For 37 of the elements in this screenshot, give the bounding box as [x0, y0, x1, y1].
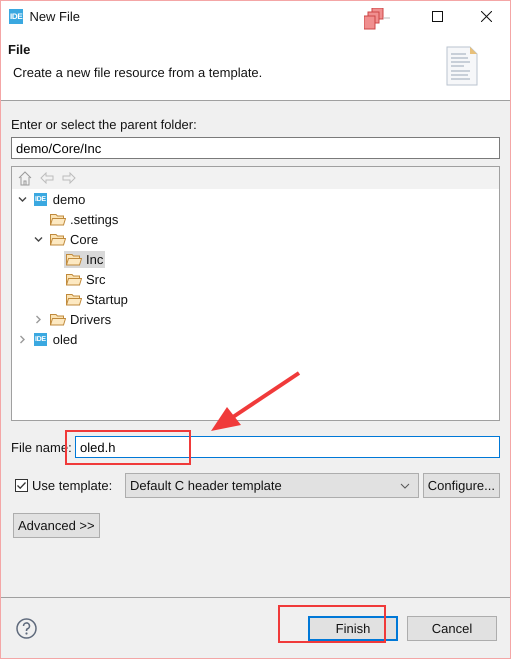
tree-item[interactable]: Core — [48, 230, 100, 248]
file-name-field[interactable]: oled.h — [75, 436, 500, 458]
home-icon[interactable] — [18, 170, 32, 186]
folder-icon — [50, 232, 66, 246]
expand-chevron-icon[interactable] — [18, 334, 27, 344]
dropdown-chevron-icon — [400, 482, 410, 488]
app-badge: IDE — [9, 9, 24, 24]
tree-item[interactable]: Inc — [64, 250, 106, 268]
parent-folder-field[interactable]: demo/Core/Inc — [11, 137, 500, 159]
folder-icon — [66, 272, 82, 286]
advanced-button[interactable]: Advanced >> — [13, 513, 100, 538]
expand-chevron-icon[interactable] — [34, 314, 43, 324]
close-icon[interactable] — [481, 11, 492, 22]
page-title: File — [8, 42, 32, 57]
window-title: New File — [29, 9, 82, 24]
configure-button[interactable]: Configure... — [422, 473, 500, 498]
help-icon[interactable] — [16, 618, 37, 638]
maximize-icon[interactable] — [432, 11, 443, 22]
folder-icon — [66, 252, 82, 266]
tree-item[interactable]: Src — [64, 270, 108, 288]
tree-item[interactable]: Startup — [64, 290, 130, 308]
folder-icon — [50, 312, 66, 326]
folder-icon — [66, 292, 82, 306]
tree-item[interactable]: Drivers — [48, 310, 114, 328]
parent-folder-label: Enter or select the parent folder: — [11, 117, 198, 132]
folder-icon — [50, 212, 66, 226]
finish-button[interactable]: Finish — [308, 616, 398, 640]
document-icon — [446, 46, 478, 86]
cancel-button[interactable]: Cancel — [407, 616, 497, 640]
stacked-windows-icon — [364, 8, 390, 30]
collapse-chevron-icon[interactable] — [34, 234, 43, 244]
collapse-chevron-icon[interactable] — [18, 194, 27, 204]
template-dropdown[interactable]: Default C header template — [125, 473, 419, 498]
page-description: Create a new file resource from a template. — [12, 65, 262, 80]
use-template-label: Use template: — [32, 478, 112, 493]
use-template-checkbox[interactable] — [15, 479, 28, 492]
tree-item[interactable]: .settings — [48, 210, 120, 228]
